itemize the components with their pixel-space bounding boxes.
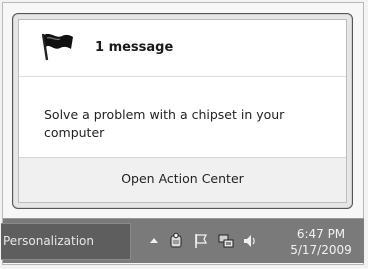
security-icon[interactable] <box>167 232 185 250</box>
taskbar-button-label: Personalization <box>3 234 94 248</box>
popup-content: 1 message Solve a problem with a chipset… <box>18 19 347 203</box>
action-center-popup: 1 message Solve a problem with a chipset… <box>12 13 353 209</box>
message-count: 1 message <box>95 40 174 55</box>
notification-message[interactable]: Solve a problem with a chipset in your c… <box>44 106 324 142</box>
show-hidden-icons-arrow-icon[interactable] <box>145 232 163 250</box>
open-action-center-link[interactable]: Open Action Center <box>19 171 346 186</box>
clock-time: 6:47 PM <box>296 227 346 241</box>
volume-icon[interactable] <box>241 232 259 250</box>
clock-date: 5/17/2009 <box>290 243 352 257</box>
taskbar-button-personalization[interactable]: Personalization <box>1 223 131 260</box>
network-icon[interactable] <box>217 232 235 250</box>
popup-footer: Open Action Center <box>19 157 346 202</box>
action-center-flag-icon <box>41 33 73 61</box>
popup-header: 1 message <box>19 20 346 77</box>
taskbar: Personalization 6:47 PM 5/17/2009 <box>1 218 364 263</box>
action-center-tray-flag-icon[interactable] <box>193 232 211 250</box>
notification-area: 6:47 PM 5/17/2009 <box>137 223 362 260</box>
system-clock[interactable]: 6:47 PM 5/17/2009 <box>287 226 355 258</box>
